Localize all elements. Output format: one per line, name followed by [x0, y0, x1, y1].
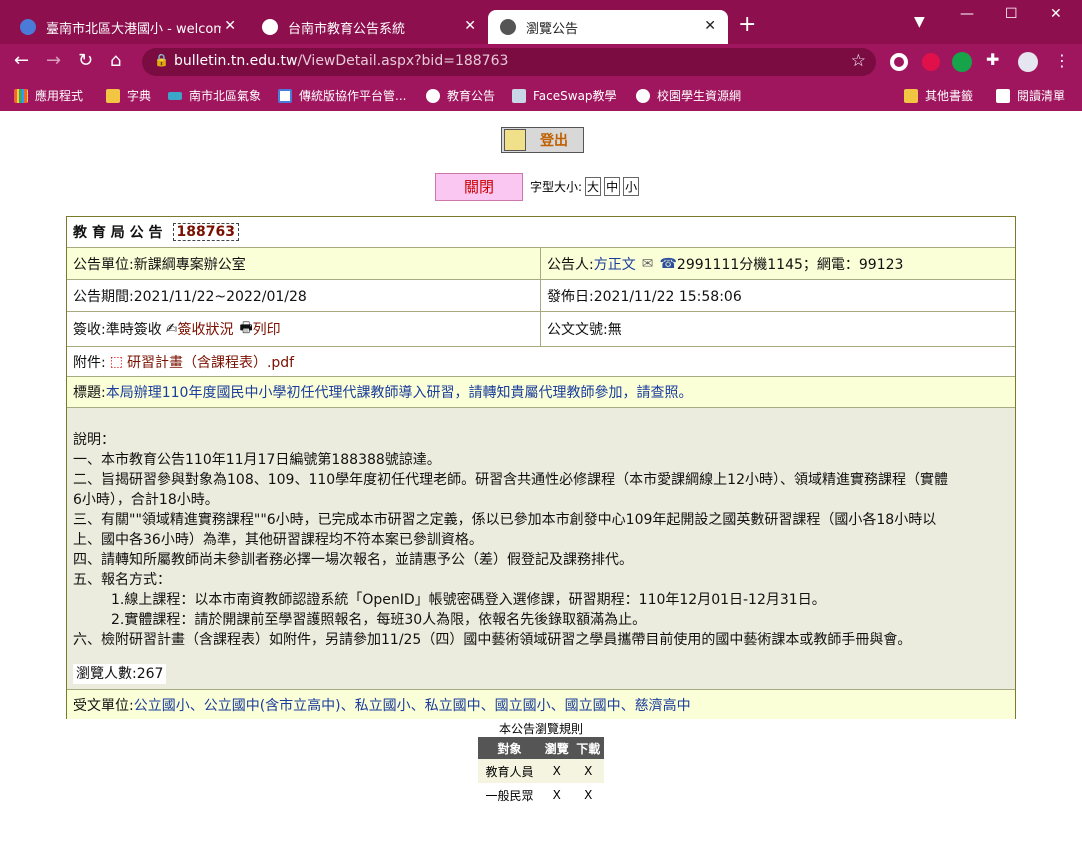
- globe-icon: [500, 19, 516, 35]
- puzzle-icon[interactable]: ✚: [986, 50, 999, 69]
- tab-title: 瀏覽公告: [526, 21, 579, 37]
- attachment-link[interactable]: 研習計畫（含課程表）.pdf: [127, 352, 294, 372]
- printer-icon: 🖶: [239, 320, 253, 336]
- font-medium-button[interactable]: 中: [604, 177, 621, 196]
- weather-icon: [168, 91, 182, 100]
- bookmark-student-resources[interactable]: 校園學生資源網: [636, 87, 741, 104]
- font-size-control: 字型大小: 大 中 小: [530, 177, 640, 196]
- description-box: 說明： 一、本市教育公告110年11月17日編號第188388號諒達。 二、旨揭…: [67, 408, 1015, 690]
- apps-grid-icon: [14, 88, 28, 103]
- url-text: bulletin.tn.edu.tw/ViewDetail.aspx?bid=1…: [174, 53, 509, 69]
- bulletin-id: 188763: [172, 223, 239, 241]
- mail-icon[interactable]: ✉: [642, 256, 654, 272]
- sign-row: 簽收:準時簽收 ✍ 簽收狀況 🖶 列印 公文文號:無: [67, 312, 1015, 347]
- phone-number: 2991111分機1145；網電：99123: [676, 256, 904, 273]
- globe-icon: [262, 19, 278, 35]
- window-close-button[interactable]: ✕: [1050, 6, 1062, 22]
- table-row: 一般民眾 X X: [485, 788, 593, 803]
- folder-icon: [106, 88, 120, 103]
- bookmark-weather[interactable]: 南市北區氣象: [168, 87, 261, 104]
- rules-caption: 本公告瀏覽規則: [498, 722, 583, 736]
- globe-icon: [636, 88, 650, 103]
- bulletin-title: 本局辦理110年度國民中小學初任代理代課教師導入研習，請轉知貴屬代理教師參加，請…: [105, 385, 693, 401]
- close-button[interactable]: 關閉: [435, 173, 523, 201]
- close-icon[interactable]: ✕: [464, 18, 476, 34]
- font-small-button[interactable]: 小: [623, 177, 640, 196]
- recipients: 公立國小、公立國中(含市立高中)、私立國小、私立國中、國立國小、國立國中、慈濟高…: [133, 697, 691, 714]
- minimize-button[interactable]: —: [960, 6, 974, 22]
- attachment-row: 附件: ⬚ 研習計畫（含課程表）.pdf: [67, 347, 1015, 377]
- table-row: 教育人員 X X: [478, 759, 604, 783]
- header-label: 教 育 局 公 告: [73, 225, 163, 241]
- sign-status-icon: ✍: [165, 321, 178, 337]
- bookmark-classic-platform[interactable]: 傳統版協作平台管...: [278, 87, 406, 104]
- period: 公告期間:2021/11/22~2022/01/28: [67, 280, 541, 311]
- close-icon[interactable]: ✕: [704, 18, 716, 34]
- logout-icon: [504, 129, 526, 151]
- home-button[interactable]: ⌂: [110, 50, 121, 71]
- reading-list-icon: [996, 88, 1010, 103]
- tab-school[interactable]: 臺南市北區大港國小 - welcome ✕: [8, 10, 248, 44]
- bookmark-edu-bulletin[interactable]: 教育公告: [426, 87, 495, 104]
- bookmark-other[interactable]: 其他書籤: [904, 87, 973, 104]
- avatar[interactable]: [1018, 52, 1038, 72]
- grammarly-icon[interactable]: [952, 52, 972, 72]
- font-large-button[interactable]: 大: [585, 177, 602, 196]
- period-row: 公告期間:2021/11/22~2022/01/28 發佈日:2021/11/2…: [67, 280, 1015, 312]
- print-link[interactable]: 列印: [253, 319, 281, 339]
- toolbar: ← → ↻ ⌂ 🔒 bulletin.tn.edu.tw/ViewDetail.…: [0, 44, 1082, 80]
- rules-table: 對象 瀏覽 下載 教育人員 X X 一般民眾 X X: [478, 737, 604, 807]
- close-icon[interactable]: ✕: [224, 18, 236, 34]
- view-rules: 本公告瀏覽規則 對象 瀏覽 下載 教育人員 X X 一般民眾 X X: [478, 720, 604, 807]
- bulletin-table: 教 育 局 公 告 188763 公告單位: 新課綱專案辦公室 公告人: 方正文 ✉…: [66, 216, 1016, 719]
- header-row: 教 育 局 公 告 188763: [67, 217, 1015, 248]
- tab-title: 臺南市北區大港國小 - welcome: [46, 21, 221, 37]
- bookmark-apps[interactable]: 應用程式: [14, 87, 83, 104]
- bookmarks-bar: 應用程式 字典 南市北區氣象 傳統版協作平台管... 教育公告 FaceSwap…: [0, 80, 1082, 111]
- globe-icon: [20, 19, 36, 35]
- rules-header: 對象: [478, 737, 541, 759]
- unit-row: 公告單位: 新課綱專案辦公室 公告人: 方正文 ✉ ☎ 2991111分機1145；…: [67, 248, 1015, 280]
- folder-icon: [904, 88, 918, 103]
- maximize-button[interactable]: ☐: [1005, 6, 1018, 22]
- title-row: 標題: 本局辦理110年度國民中小學初任代理代課教師導入研習，請轉知貴屬代理教師參…: [67, 377, 1015, 408]
- tab-bulletin-system[interactable]: 台南市教育公告系統 ✕: [250, 10, 488, 44]
- back-button[interactable]: ←: [14, 50, 29, 71]
- unit-name: 新課綱專案辦公室: [133, 256, 246, 273]
- tab-view-bulletin[interactable]: 瀏覽公告 ✕: [488, 10, 728, 44]
- page-icon: [278, 88, 292, 103]
- sign-status-link[interactable]: 簽收狀況: [177, 319, 233, 339]
- record-extension-icon[interactable]: [890, 53, 908, 71]
- bookmark-dictionary[interactable]: 字典: [106, 87, 151, 104]
- poster-link[interactable]: 方正文: [594, 254, 636, 274]
- globe-icon: [426, 88, 440, 103]
- recipients-row: 受文單位: 公立國小、公立國中(含市立高中)、私立國小、私立國中、國立國小、國立國…: [67, 690, 1015, 719]
- phone-icon: ☎: [659, 255, 677, 272]
- tab-title: 台南市教育公告系統: [288, 21, 406, 37]
- pdf-icon: ⬚: [109, 353, 123, 370]
- menu-icon[interactable]: ⋮: [1054, 51, 1070, 70]
- new-tab-button[interactable]: +: [738, 12, 756, 37]
- reload-button[interactable]: ↻: [78, 50, 93, 71]
- publish-date: 發佈日:2021/11/22 15:58:06: [547, 288, 742, 305]
- red-extension-icon[interactable]: [922, 53, 940, 71]
- page-content: 登出 關閉 字型大小: 大 中 小 教 育 局 公 告 188763 公告單位:…: [0, 111, 1082, 851]
- bookmark-reading-list[interactable]: 閱讀清單: [996, 87, 1065, 104]
- rules-header: 下載: [572, 737, 604, 759]
- cube-icon: [512, 88, 526, 103]
- lock-icon: 🔒: [154, 53, 169, 67]
- forward-button[interactable]: →: [46, 50, 61, 71]
- browser-chrome: 臺南市北區大港國小 - welcome ✕ 台南市教育公告系統 ✕ 瀏覽公告 ✕…: [0, 0, 1082, 111]
- star-icon[interactable]: ☆: [851, 51, 866, 71]
- view-count: 瀏覽人數:267: [73, 664, 167, 684]
- bookmark-faceswap[interactable]: FaceSwap教學: [512, 87, 617, 104]
- tab-search-icon[interactable]: ▼: [914, 14, 925, 30]
- logout-button[interactable]: 登出: [501, 127, 584, 153]
- doc-number: 公文文號:無: [547, 322, 622, 338]
- rules-header: 瀏覽: [540, 737, 573, 759]
- address-bar[interactable]: 🔒 bulletin.tn.edu.tw/ViewDetail.aspx?bid…: [142, 48, 876, 76]
